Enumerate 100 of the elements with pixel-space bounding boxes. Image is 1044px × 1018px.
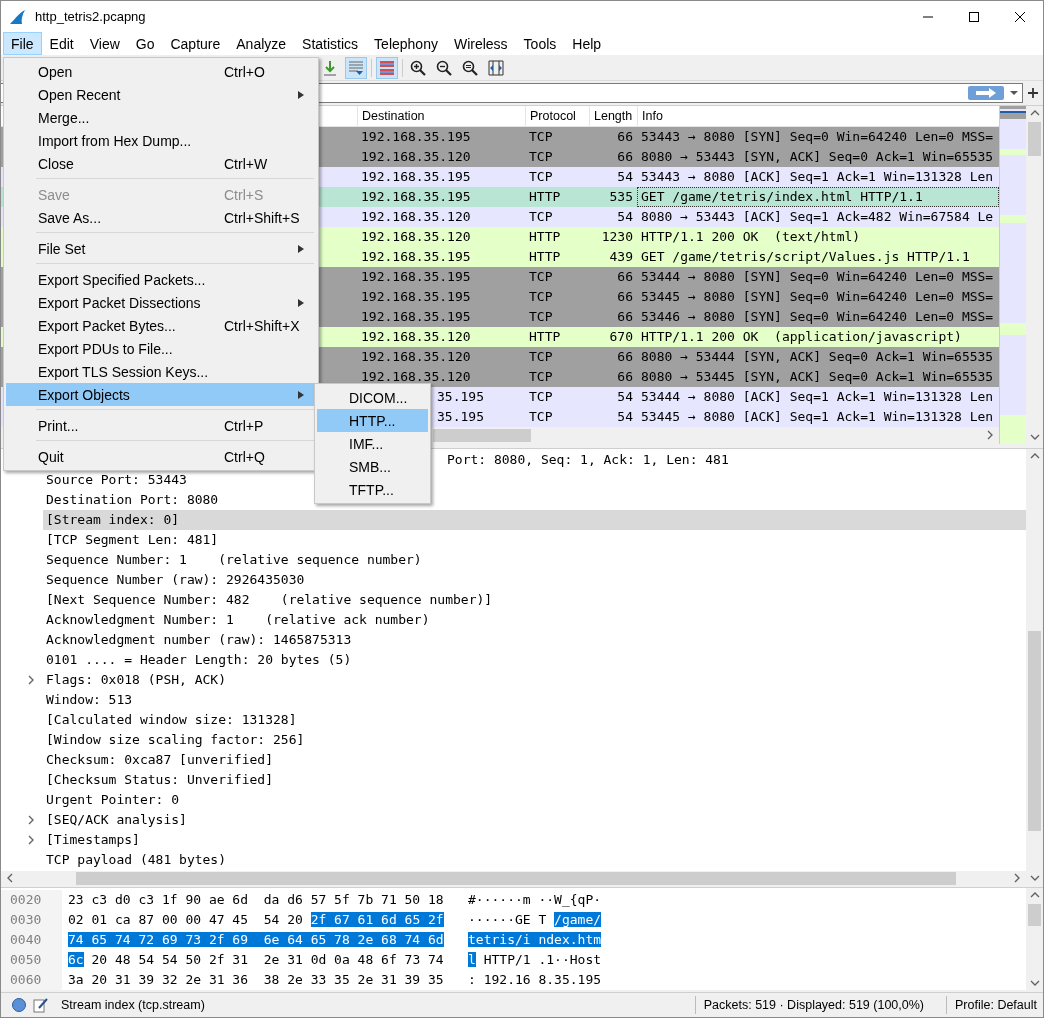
scrollbar-thumb[interactable] [433, 428, 531, 442]
menu-item[interactable]: Save As... Ctrl+Shift+S [6, 206, 316, 229]
vertical-scrollbar[interactable] [1026, 105, 1043, 444]
detail-field[interactable]: Port: 8080, Seq: 1, Ack: 1, Len: 481 [444, 449, 729, 470]
protocol-cell-text: TCP [528, 387, 554, 406]
detail-field[interactable]: [Stream index: 0] [43, 509, 1026, 530]
detail-field[interactable]: 0101 .... = Header Length: 20 bytes (5) [43, 649, 352, 670]
destination-cell-text: 192.168.35.195 [360, 307, 472, 326]
detail-field[interactable]: [SEQ/ACK analysis] [43, 809, 187, 830]
menu-bar-item[interactable]: Wireless [445, 32, 516, 56]
ascii-bytes: #······m ··W_{qP· [468, 891, 602, 908]
scrollbar-thumb[interactable] [75, 871, 956, 885]
menu-bar-item[interactable]: Statistics [294, 32, 367, 56]
menu-item[interactable]: Open Recent [6, 83, 316, 106]
info-cell-text: HTTP/1.1 200 OK (application/javascript) [640, 327, 963, 346]
column-header[interactable]: Length [589, 105, 637, 126]
protocol-cell-text: HTTP [528, 327, 562, 346]
info-cell-text: HTTP/1.1 200 OK (text/html) [640, 227, 862, 246]
destination-cell-text: 35.195 [436, 387, 485, 406]
menu-item[interactable]: Quit Ctrl+Q [6, 445, 316, 468]
menu-item[interactable]: SMB... [317, 455, 428, 478]
expand-chevron-icon[interactable] [27, 674, 35, 685]
detail-field[interactable]: [Checksum Status: Unverified] [43, 769, 273, 790]
vertical-scrollbar[interactable] [1026, 448, 1043, 885]
column-header[interactable]: Destination [357, 105, 525, 126]
menu-item[interactable]: Open Ctrl+O [6, 60, 316, 83]
scrollbar-thumb[interactable] [1028, 903, 1041, 926]
menu-bar-item[interactable]: File [3, 32, 42, 56]
protocol-cell-text: TCP [528, 167, 554, 186]
info-cell: GET /game/tetris/index.html HTTP/1.1 [637, 186, 999, 207]
length-cell-text: 54 [616, 407, 634, 426]
detail-field[interactable]: Acknowledgment Number: 1 (relative ack number) [43, 609, 430, 630]
scrollbar-thumb[interactable] [1028, 121, 1041, 156]
detail-field[interactable]: [Window size scaling factor: 256] [43, 729, 305, 750]
vertical-scrollbar[interactable] [1026, 887, 1043, 990]
length-cell-text: 670 [608, 327, 634, 346]
menu-bar-item[interactable]: Telephony [366, 32, 446, 56]
edit-icon[interactable] [33, 996, 49, 1013]
protocol-cell-text: TCP [528, 407, 554, 426]
destination-cell-text: 192.168.35.120 [360, 207, 472, 226]
expand-chevron-icon[interactable] [27, 814, 35, 825]
detail-field[interactable]: Destination Port: 8080 [43, 489, 219, 510]
menu-item[interactable]: Export Objects [6, 383, 316, 406]
packet-count: Packets: 519 · Displayed: 519 (100,0%) [703, 997, 924, 1012]
detail-field[interactable]: Window: 513 [43, 689, 133, 710]
menu-item[interactable]: DICOM... [317, 386, 428, 409]
detail-field[interactable]: Checksum: 0xca87 [unverified] [43, 749, 273, 770]
column-header[interactable]: Protocol [525, 105, 589, 126]
detail-field[interactable]: Acknowledgment number (raw): 1465875313 [43, 629, 352, 650]
menu-bar-item[interactable]: Tools [515, 32, 565, 56]
detail-field[interactable]: Source Port: 53443 [43, 469, 187, 490]
menu-bar-item[interactable]: Analyze [228, 32, 295, 56]
status-circle-icon[interactable] [11, 996, 27, 1013]
scroll-right-icon[interactable] [1012, 872, 1022, 883]
detail-field[interactable]: Urgent Pointer: 0 [43, 789, 180, 810]
detail-field[interactable]: Sequence Number: 1 (relative sequence number) [43, 549, 422, 570]
menu-item[interactable]: IMF... [317, 432, 428, 455]
horizontal-scrollbar[interactable] [1, 870, 1026, 886]
menu-bar-item[interactable]: Help [564, 32, 610, 56]
detail-field[interactable]: [Timestamps] [43, 829, 140, 850]
detail-field[interactable]: Flags: 0x018 (PSH, ACK) [43, 669, 226, 690]
menu-bar-item[interactable]: Capture [162, 32, 229, 56]
length-cell-text: 439 [608, 247, 634, 266]
expand-chevron-icon[interactable] [27, 834, 35, 845]
colorize-button[interactable] [376, 56, 398, 79]
length-cell-text: 535 [608, 187, 634, 206]
window-title: http_tetris2.pcapng [35, 9, 146, 24]
menu-item[interactable]: Merge... [6, 106, 316, 129]
menu-bar-item[interactable]: Edit [41, 32, 82, 56]
protocol-cell-text: TCP [528, 207, 554, 226]
scroll-right-icon[interactable] [985, 429, 995, 440]
length-cell-text: 66 [616, 367, 634, 386]
maximize-icon[interactable] [969, 11, 979, 22]
protocol-cell-text: TCP [528, 307, 554, 326]
info-cell-text: 53445 → 8080 [SYN] Seq=0 Win=64240 Len=0 MSS= [640, 287, 995, 306]
menu-bar-item[interactable]: View [81, 32, 128, 56]
close-icon[interactable] [1015, 11, 1025, 22]
autoscroll-button[interactable] [345, 56, 367, 79]
detail-field[interactable]: TCP payload (481 bytes) [43, 849, 226, 870]
menu-item[interactable]: TFTP... [317, 478, 428, 501]
hex-bytes: 74 65 74 72 69 73 2f 69 6e 64 65 78 2e 68 74 6d [68, 931, 445, 948]
detail-field[interactable]: [Calculated window size: 131328] [43, 709, 297, 730]
profile-label[interactable]: Profile: Default [955, 997, 1037, 1012]
submenu-arrow-icon [298, 90, 304, 99]
hex-bytes: 3a 20 31 39 32 2e 31 36 38 2e 33 35 2e 31 39 35 [68, 971, 445, 988]
scrollbar-thumb[interactable] [1028, 630, 1041, 831]
detail-field[interactable]: [TCP Segment Len: 481] [43, 529, 219, 550]
detail-field[interactable]: [Next Sequence Number: 482 (relative sequence number)] [43, 589, 493, 610]
destination-cell-text: 192.168.35.120 [360, 367, 472, 386]
length-cell-text: 66 [616, 127, 634, 146]
protocol-cell-text: TCP [528, 127, 554, 146]
plus-icon[interactable] [1027, 87, 1039, 100]
ascii-bytes: : 192.16 8.35.195 [468, 971, 602, 988]
menu-item[interactable]: HTTP... [317, 409, 428, 432]
info-cell-text: 53445 → 8080 [ACK] Seq=1 Ack=1 Win=131328 Len [640, 407, 995, 426]
info-cell-text: GET /game/tetris/script/Values.js HTTP/1.1 [640, 247, 971, 266]
scroll-left-icon[interactable] [5, 872, 15, 883]
menu-bar-item[interactable]: Go [127, 32, 163, 56]
length-cell-text: 66 [616, 307, 634, 326]
detail-field[interactable]: Sequence Number (raw): 2926435030 [43, 569, 305, 590]
